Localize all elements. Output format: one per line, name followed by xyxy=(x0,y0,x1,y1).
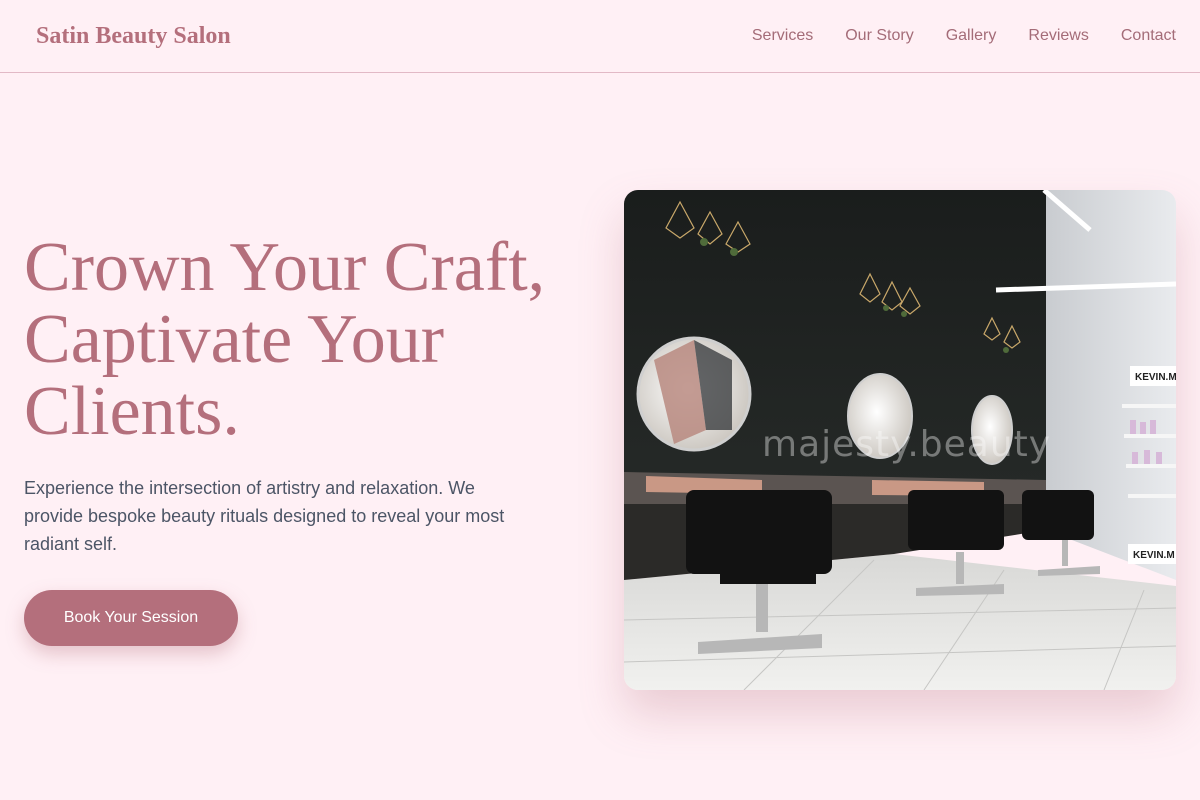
nav-link-contact[interactable]: Contact xyxy=(1121,27,1176,45)
nav-link-our-story[interactable]: Our Story xyxy=(845,27,913,45)
nav-link-services[interactable]: Services xyxy=(752,27,813,45)
hero-title-line-2: Captivate Your xyxy=(24,301,444,378)
book-session-button[interactable]: Book Your Session xyxy=(24,590,238,646)
hero-title: Crown Your Craft, Captivate Your Clients… xyxy=(24,232,604,448)
nav-link-reviews[interactable]: Reviews xyxy=(1028,27,1088,45)
site-header: Satin Beauty Salon Services Our Story Ga… xyxy=(0,0,1200,73)
wall-sign-bottom: KEVIN.M xyxy=(1133,550,1175,561)
nav-link-gallery[interactable]: Gallery xyxy=(946,27,997,45)
salon-interior-photo: KEVIN.M KEVIN.M majesty.beauty xyxy=(624,190,1176,690)
hero-title-line-3: Clients. xyxy=(24,373,240,450)
hero-description: Experience the intersection of artistry … xyxy=(24,478,505,554)
hero-title-line-1: Crown Your Craft, xyxy=(24,229,546,306)
brand-logo[interactable]: Satin Beauty Salon xyxy=(36,23,231,50)
main-nav: Services Our Story Gallery Reviews Conta… xyxy=(752,27,1176,45)
watermark-text: majesty.beauty xyxy=(762,424,1052,465)
wall-sign-top: KEVIN.M xyxy=(1135,372,1176,383)
